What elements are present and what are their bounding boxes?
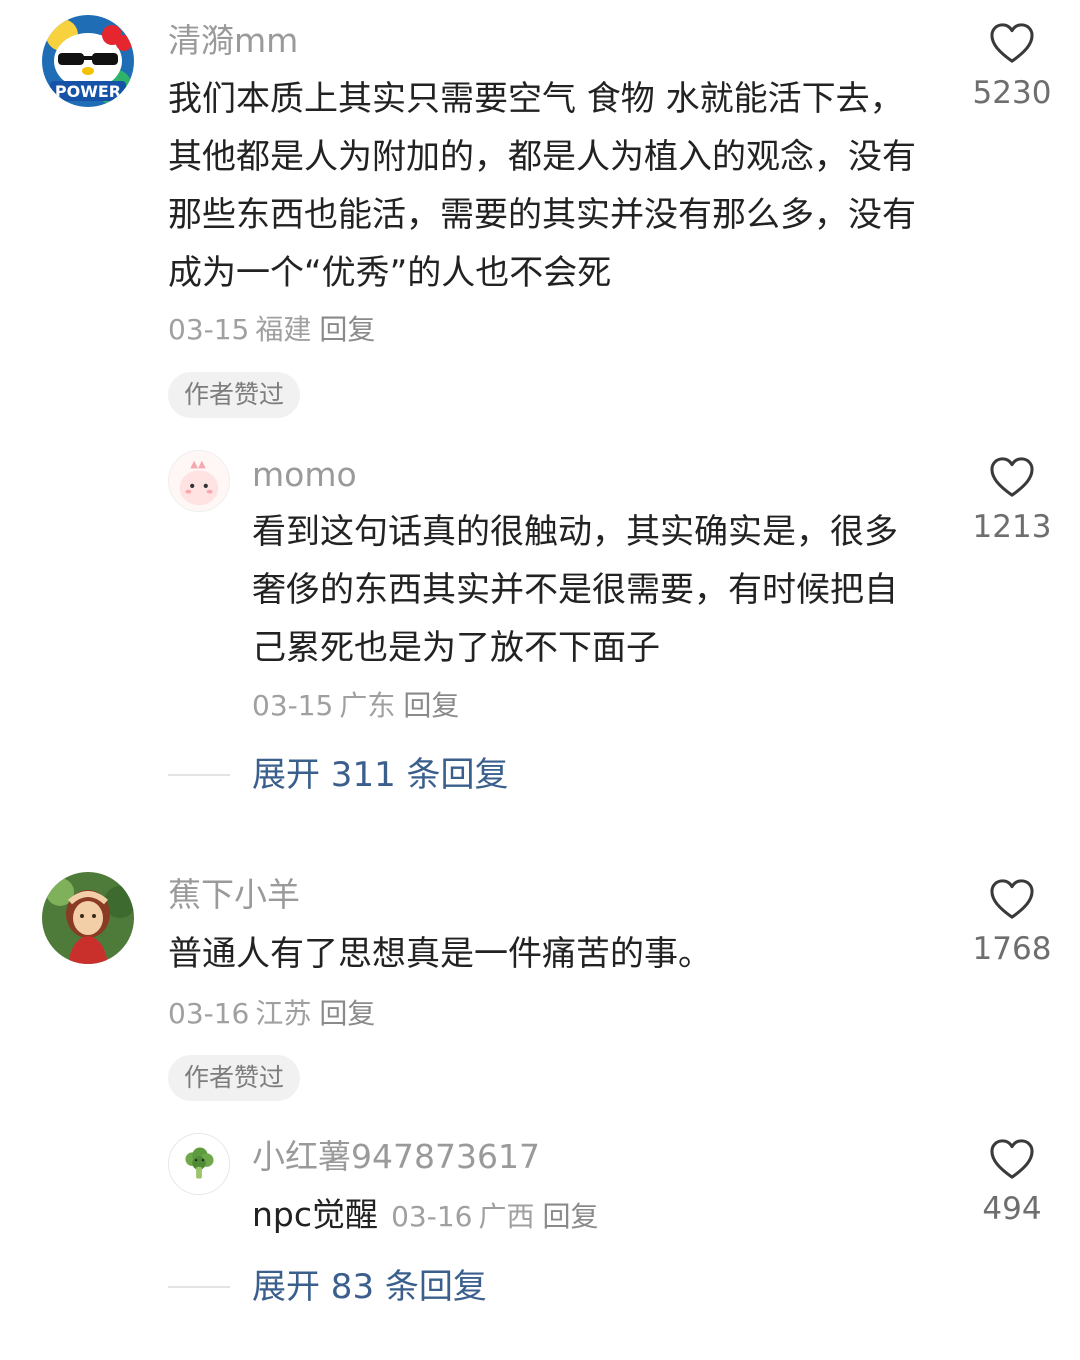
comment-location: 广西 [478,1200,535,1233]
username[interactable]: 蕉下小羊 [168,878,300,911]
heart-outline-icon [990,457,1034,497]
comment-location: 江苏 [255,997,312,1030]
svg-text:POWER: POWER [55,82,121,101]
pink-dino-avatar-icon [169,451,229,511]
heart-outline-icon [990,879,1034,919]
reply-button[interactable]: 回复 [403,689,459,722]
like-button[interactable]: 5230 [962,22,1062,109]
like-count: 1768 [972,931,1052,967]
like-count: 5230 [972,75,1052,111]
comment-date: 03-15 [252,689,334,722]
author-liked-badge: 作者赞过 [168,372,301,418]
comment-text[interactable]: 看到这句话真的很触动，其实确实是，很多奢侈的东西其实并不是很需要，有时候把自己累… [252,503,924,677]
reply-body-line: npc觉醒 03-16 广西 回复 [252,1198,599,1231]
comment-meta: 03-15 广东 回复 [252,692,459,720]
username[interactable]: 小红薯947873617 [252,1140,540,1173]
comment-date: 03-16 [391,1200,473,1233]
comment-location: 福建 [255,313,312,346]
comment-meta: 03-16 江苏 回复 [168,1000,375,1028]
anime-girl-avatar-icon [42,872,134,964]
avatar[interactable]: POWER [42,15,134,107]
divider-line [168,774,230,776]
username[interactable]: momo [252,458,357,491]
like-button[interactable]: 1213 [962,456,1062,543]
reply-button[interactable]: 回复 [319,997,375,1030]
comment-location: 广东 [339,689,396,722]
like-button[interactable]: 494 [962,1138,1062,1225]
expand-replies-button[interactable]: 展开 311 条回复 [252,758,509,792]
like-button[interactable]: 1768 [962,878,1062,965]
like-count: 494 [982,1191,1042,1227]
divider-line [168,1286,230,1288]
avatar[interactable] [42,872,134,964]
author-liked-badge: 作者赞过 [168,1055,301,1101]
heart-outline-icon [990,23,1034,63]
comment-date: 03-15 [168,313,250,346]
comment-text[interactable]: npc觉醒 [252,1195,378,1234]
comment-date: 03-16 [168,997,250,1030]
expand-replies-button[interactable]: 展开 83 条回复 [252,1270,487,1304]
comment-text[interactable]: 普通人有了思想真是一件痛苦的事。 [168,925,918,983]
broccoli-avatar-icon [169,1134,229,1194]
avatar[interactable] [168,1133,230,1195]
comment-meta: 03-15 福建 回复 [168,316,375,344]
comment-text[interactable]: 我们本质上其实只需要空气 食物 水就能活下去，其他都是人为附加的，都是人为植入的… [168,70,918,302]
reply-button[interactable]: 回复 [319,313,375,346]
comment-meta: 03-16 广西 回复 [391,1200,598,1233]
heart-outline-icon [990,1139,1034,1179]
hello-kitty-power-avatar-icon: POWER [42,15,134,107]
avatar[interactable] [168,450,230,512]
username[interactable]: 清漪mm [168,24,298,57]
like-count: 1213 [972,509,1052,545]
reply-button[interactable]: 回复 [543,1200,599,1233]
